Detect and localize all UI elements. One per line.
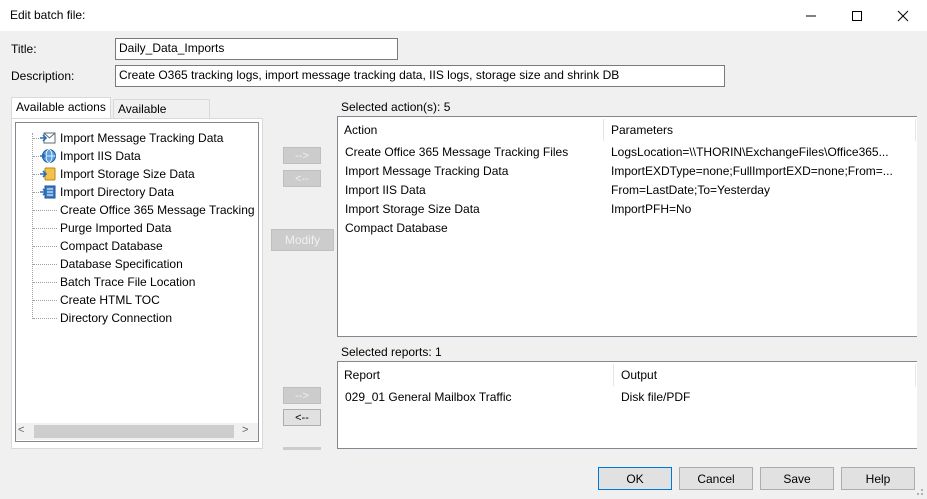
col-header-parameters[interactable]: Parameters [605, 119, 916, 141]
tree-item[interactable]: Directory Connection [60, 309, 172, 327]
report-row-name[interactable]: 029_01 General Mailbox Traffic [345, 388, 613, 407]
tree-item[interactable]: Purge Imported Data [60, 219, 171, 237]
actions-tree[interactable]: Import Message Tracking Data Import IIS D… [15, 122, 259, 442]
close-icon [897, 10, 909, 21]
col-header-report[interactable]: Report [338, 364, 614, 386]
minimize-icon [806, 15, 816, 16]
tree-item[interactable]: Compact Database [60, 237, 163, 255]
action-row-parameters[interactable]: From=LastDate;To=Yesterday [611, 181, 914, 200]
tree-connector-line [33, 300, 57, 301]
maximize-button[interactable] [834, 0, 880, 31]
tree-item[interactable]: Import Storage Size Data [60, 165, 195, 183]
mail-import-icon [40, 130, 56, 146]
remove-action-button[interactable]: <-- [283, 170, 321, 187]
tree-item[interactable]: Batch Trace File Location [60, 273, 195, 291]
col-header-action[interactable]: Action [338, 119, 604, 141]
title-input[interactable]: Daily_Data_Imports [115, 38, 398, 60]
tree-connector-line [33, 138, 39, 139]
resize-grip-icon[interactable] [913, 485, 925, 497]
action-row-parameters[interactable]: LogsLocation=\\THORIN\ExchangeFiles\Offi… [611, 143, 914, 162]
tree-connector-line [33, 246, 57, 247]
tree-item[interactable]: Import Directory Data [60, 183, 174, 201]
window-title: Edit batch file: [10, 8, 86, 22]
tree-connector-line [33, 282, 57, 283]
ok-button[interactable]: OK [598, 467, 672, 490]
tree-connector-line [33, 174, 39, 175]
selected-actions-grid[interactable]: Action Parameters Create Office 365 Mess… [337, 116, 917, 337]
tree-connector-line [33, 264, 57, 265]
selected-reports-grid[interactable]: Report Output 029_01 General Mailbox Tra… [337, 361, 917, 449]
tree-connector-line [33, 228, 57, 229]
tree-item[interactable]: Import Message Tracking Data [60, 129, 223, 147]
save-button[interactable]: Save [760, 467, 834, 490]
report-row-output[interactable]: Disk file/PDF [621, 388, 911, 407]
action-row-name[interactable]: Import Storage Size Data [345, 200, 603, 219]
add-action-button[interactable]: --> [283, 147, 321, 164]
tree-connector-line [33, 210, 57, 211]
tree-item[interactable]: Create Office 365 Message Tracking l [60, 201, 258, 219]
maximize-icon [852, 10, 862, 21]
scroll-left-arrow[interactable]: < [18, 424, 24, 436]
action-row-name[interactable]: Import Message Tracking Data [345, 162, 603, 181]
hidden-button-edge [283, 447, 321, 450]
tree-item[interactable]: Create HTML TOC [60, 291, 160, 309]
tree-item[interactable]: Import IIS Data [60, 147, 141, 165]
action-row-name[interactable]: Compact Database [345, 219, 603, 238]
directory-import-icon [40, 184, 56, 200]
action-row-parameters[interactable]: ImportPFH=No [611, 200, 914, 219]
horizontal-scrollbar[interactable]: < > [16, 423, 258, 440]
tree-connector-line [33, 318, 57, 319]
tree-connector-line [33, 192, 39, 193]
action-row-name[interactable]: Import IIS Data [345, 181, 603, 200]
title-label: Title: [11, 42, 37, 56]
scroll-right-arrow[interactable]: > [242, 424, 248, 436]
action-row-name[interactable]: Create Office 365 Message Tracking Files [345, 143, 603, 162]
col-header-output[interactable]: Output [615, 364, 916, 386]
help-button[interactable]: Help [841, 467, 915, 490]
selected-reports-caption: Selected reports: 1 [341, 345, 442, 359]
selected-actions-caption: Selected action(s): 5 [341, 100, 451, 114]
description-input[interactable]: Create O365 tracking logs, import messag… [115, 65, 725, 87]
globe-icon [40, 148, 56, 164]
tab-available-actions[interactable]: Available actions [11, 97, 111, 119]
tree-connector-line [33, 156, 39, 157]
modify-button[interactable]: Modify [271, 229, 334, 251]
close-button[interactable] [880, 0, 926, 31]
tree-trunk-line [32, 133, 33, 319]
tab-available-reports[interactable]: Available reports [113, 99, 210, 131]
scrollbar-thumb[interactable] [34, 425, 234, 438]
remove-report-button[interactable]: <-- [283, 409, 321, 426]
description-label: Description: [11, 69, 75, 83]
cancel-button[interactable]: Cancel [679, 467, 753, 490]
tree-item[interactable]: Database Specification [60, 255, 183, 273]
action-row-parameters[interactable]: ImportEXDType=none;FullImportEXD=none;Fr… [611, 162, 914, 181]
add-report-button[interactable]: --> [283, 387, 321, 404]
storage-import-icon [40, 166, 56, 182]
minimize-button[interactable] [788, 0, 834, 31]
